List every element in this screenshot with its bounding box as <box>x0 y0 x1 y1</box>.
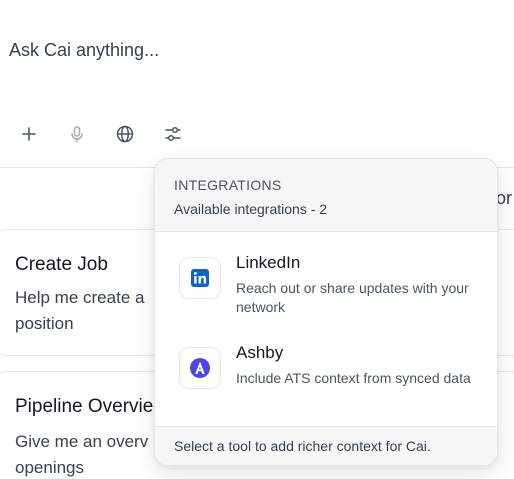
ashby-icon <box>179 347 221 389</box>
integrations-menu: INTEGRATIONS Available integrations - 2 … <box>154 158 498 466</box>
integration-item-ashby[interactable]: Ashby Include ATS context from synced da… <box>155 343 497 421</box>
plus-icon <box>22 127 36 141</box>
voice-input-button[interactable] <box>64 121 90 147</box>
card-title: Create Job <box>15 254 108 275</box>
prompt-input[interactable]: Ask Cai anything... <box>9 40 159 61</box>
composer-toolbar <box>16 121 208 147</box>
sliders-icon <box>165 126 181 142</box>
integration-name: LinkedIn <box>236 253 301 272</box>
integration-description: Include ATS context from synced data <box>236 370 471 386</box>
card-title: Pipeline Overvie <box>15 396 154 417</box>
microphone-icon <box>71 126 83 143</box>
globe-icon <box>116 125 134 143</box>
menu-heading: INTEGRATIONS <box>174 177 282 193</box>
menu-subheading: Available integrations - 2 <box>174 201 328 217</box>
integrations-button[interactable] <box>160 121 186 147</box>
integration-item-linkedin[interactable]: LinkedIn Reach out or share updates with… <box>155 253 497 331</box>
integration-description: Reach out or share updates with your net… <box>236 280 469 315</box>
integration-name: Ashby <box>236 343 284 362</box>
menu-footer-hint: Select a tool to add richer context for … <box>155 426 497 465</box>
web-search-button[interactable] <box>112 121 138 147</box>
add-button[interactable] <box>16 121 42 147</box>
truncated-text: or <box>496 188 513 208</box>
linkedin-icon <box>179 257 221 299</box>
menu-header: INTEGRATIONS Available integrations - 2 <box>155 159 497 232</box>
